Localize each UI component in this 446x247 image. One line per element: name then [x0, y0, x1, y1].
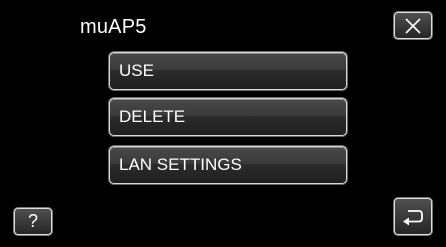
- screen: muAP5 USE DELETE LAN SETTINGS ?: [0, 0, 446, 247]
- delete-button[interactable]: DELETE: [109, 98, 347, 136]
- lan-settings-button[interactable]: LAN SETTINGS: [109, 146, 347, 184]
- back-button[interactable]: [394, 198, 432, 235]
- use-button[interactable]: USE: [109, 52, 347, 90]
- help-button[interactable]: ?: [14, 208, 52, 235]
- help-label: ?: [27, 211, 38, 231]
- return-arrow-icon: [401, 206, 425, 228]
- close-button[interactable]: [394, 12, 432, 39]
- page-title: muAP5: [80, 16, 147, 38]
- close-icon: [404, 17, 422, 34]
